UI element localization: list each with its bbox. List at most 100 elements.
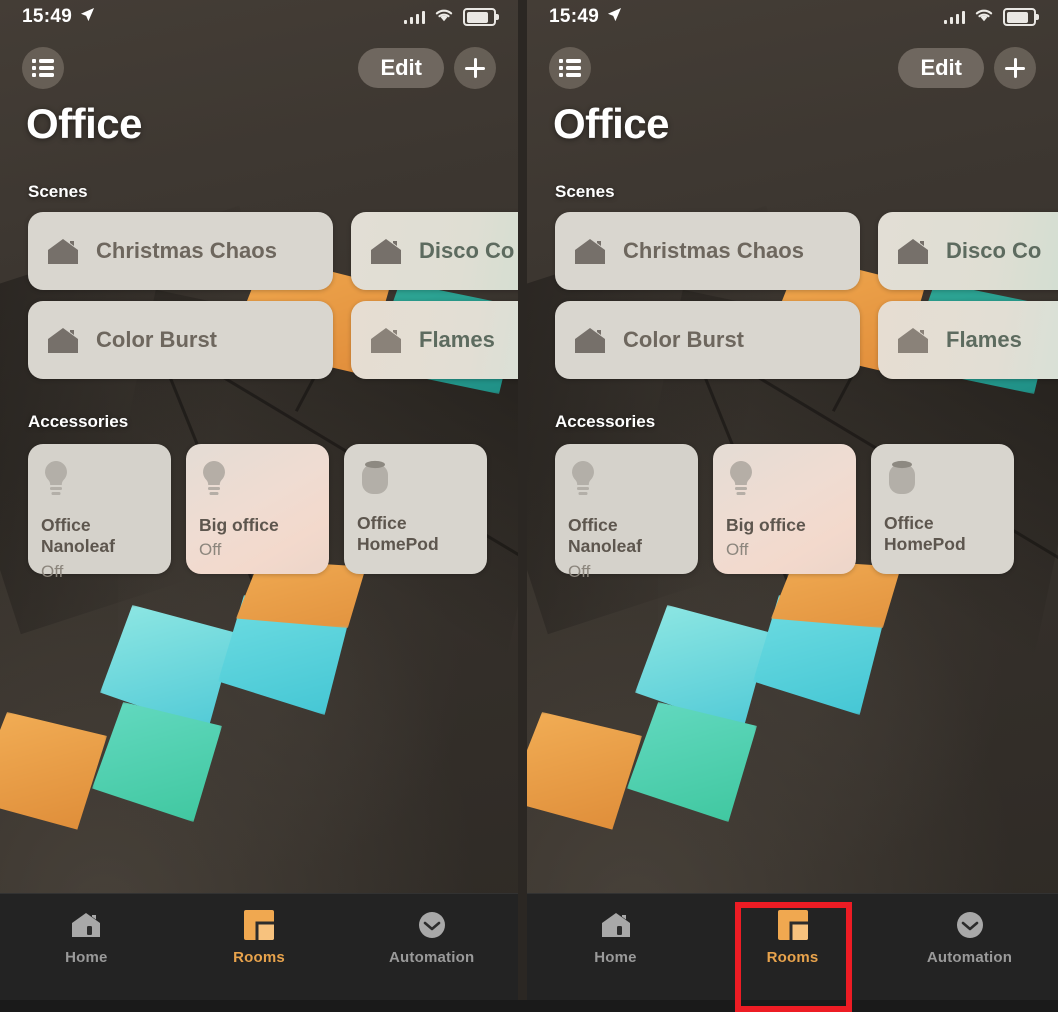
accessory-state: Off (726, 540, 749, 560)
accessory-card-big-office[interactable]: Big office Off (186, 444, 329, 574)
phone-screenshot-left: 15:49 Edit Office Scenes Christmas Chaos… (0, 0, 518, 1000)
list-button[interactable] (549, 47, 591, 89)
tab-label: Automation (389, 949, 475, 966)
lightbulb-icon (45, 461, 67, 495)
tab-label: Home (594, 949, 637, 966)
nav-bar: Edit (527, 46, 1058, 90)
accessory-card-office-nanoleaf[interactable]: Office Nanoleaf Off (28, 444, 171, 581)
lightbulb-icon (572, 461, 594, 495)
lightbulb-icon (730, 461, 752, 495)
accessory-state: Off (199, 540, 222, 560)
scene-card-color-burst[interactable]: Color Burst (28, 301, 333, 379)
scene-label: Christmas Chaos (623, 238, 804, 263)
scene-label: Disco Co (946, 238, 1042, 263)
status-right (943, 6, 1039, 28)
accessory-name: Big office (726, 515, 806, 535)
house-icon (371, 327, 401, 353)
location-arrow-icon (607, 6, 622, 28)
house-icon (898, 327, 928, 353)
signal-bars-icon (403, 10, 425, 24)
status-bar: 15:49 (527, 0, 1058, 34)
add-button[interactable] (994, 47, 1036, 89)
house-icon (371, 238, 401, 264)
nav-bar: Edit (0, 46, 518, 90)
nanoleaf-panel-orange (0, 712, 107, 830)
tab-rooms[interactable]: Rooms (173, 908, 346, 966)
page-title: Office (553, 100, 670, 147)
scenes-section-label: Scenes (555, 182, 615, 201)
tab-label: Rooms (233, 949, 285, 966)
scene-label: Color Burst (96, 327, 217, 352)
scene-label: Color Burst (623, 327, 744, 352)
battery-icon (463, 8, 499, 26)
home-icon (70, 908, 102, 942)
house-icon (575, 238, 605, 264)
tab-label: Home (65, 949, 108, 966)
signal-bars-icon (943, 10, 965, 24)
house-icon (898, 238, 928, 264)
scene-card-christmas-chaos[interactable]: Christmas Chaos (28, 212, 333, 290)
tab-bar: Home Rooms Automation (0, 893, 518, 1000)
nav-actions: Edit (898, 47, 1036, 89)
homepod-icon (889, 460, 915, 494)
accessory-card-big-office[interactable]: Big office Off (713, 444, 856, 574)
accessories-section-label: Accessories (555, 412, 656, 431)
scene-card-flames[interactable]: Flames (878, 301, 1058, 379)
accessory-name: Office Nanoleaf (568, 515, 642, 557)
tab-automation[interactable]: Automation (881, 908, 1058, 966)
status-bar: 15:49 (0, 0, 518, 34)
rooms-icon (244, 908, 274, 942)
house-icon (48, 238, 78, 264)
scene-card-christmas-chaos[interactable]: Christmas Chaos (555, 212, 860, 290)
scene-label: Flames (419, 327, 495, 352)
scene-label: Disco Co (419, 238, 515, 263)
accessory-name: Office Nanoleaf (41, 515, 115, 557)
scene-label: Flames (946, 327, 1022, 352)
rooms-tab-highlight-box (735, 902, 852, 1012)
phone-screenshot-right: 15:49 Edit Office Scenes Christmas Chaos… (527, 0, 1058, 1000)
house-icon (48, 327, 78, 353)
status-right (403, 6, 499, 28)
scene-card-flames[interactable]: Flames (351, 301, 518, 379)
wifi-icon (974, 6, 994, 28)
scene-card-disco[interactable]: Disco Co (878, 212, 1058, 290)
scenes-grid: Christmas Chaos Disco Co Color Burst Fla… (555, 212, 1058, 379)
accessory-card-office-homepod[interactable]: Office HomePod (871, 444, 1014, 574)
clock-icon (955, 908, 985, 942)
scene-card-color-burst[interactable]: Color Burst (555, 301, 860, 379)
page-title: Office (26, 100, 143, 147)
screenshot-stage: 15:49 Edit Office Scenes Christmas Chaos… (0, 0, 1058, 1012)
location-arrow-icon (80, 6, 95, 28)
status-time: 15:49 (22, 6, 73, 27)
home-icon (600, 908, 632, 942)
accessory-state: Off (41, 561, 64, 581)
nav-actions: Edit (358, 47, 496, 89)
accessories-grid: Office Nanoleaf Off Big office Off Offic… (28, 444, 487, 581)
edit-button[interactable]: Edit (898, 48, 984, 88)
scene-card-disco[interactable]: Disco Co (351, 212, 518, 290)
status-left: 15:49 (549, 6, 622, 28)
list-icon (559, 59, 581, 77)
tab-home[interactable]: Home (527, 908, 704, 966)
accessories-grid: Office Nanoleaf Off Big office Off Offic… (555, 444, 1014, 581)
house-icon (575, 327, 605, 353)
scenes-grid: Christmas Chaos Disco Co Color Burst Fla… (28, 212, 518, 379)
edit-button[interactable]: Edit (358, 48, 444, 88)
accessory-card-office-nanoleaf[interactable]: Office Nanoleaf Off (555, 444, 698, 581)
tab-home[interactable]: Home (0, 908, 173, 966)
status-time: 15:49 (549, 6, 600, 27)
tab-automation[interactable]: Automation (345, 908, 518, 966)
homepod-icon (362, 460, 388, 494)
accessories-section-label: Accessories (28, 412, 129, 431)
add-button[interactable] (454, 47, 496, 89)
accessory-name: Office HomePod (884, 513, 966, 555)
accessory-card-office-homepod[interactable]: Office HomePod (344, 444, 487, 574)
status-left: 15:49 (22, 6, 95, 28)
list-icon (32, 59, 54, 77)
list-button[interactable] (22, 47, 64, 89)
scene-label: Christmas Chaos (96, 238, 277, 263)
accessory-name: Big office (199, 515, 279, 535)
clock-icon (417, 908, 447, 942)
nanoleaf-panel-orange (527, 712, 642, 830)
battery-icon (1003, 8, 1039, 26)
